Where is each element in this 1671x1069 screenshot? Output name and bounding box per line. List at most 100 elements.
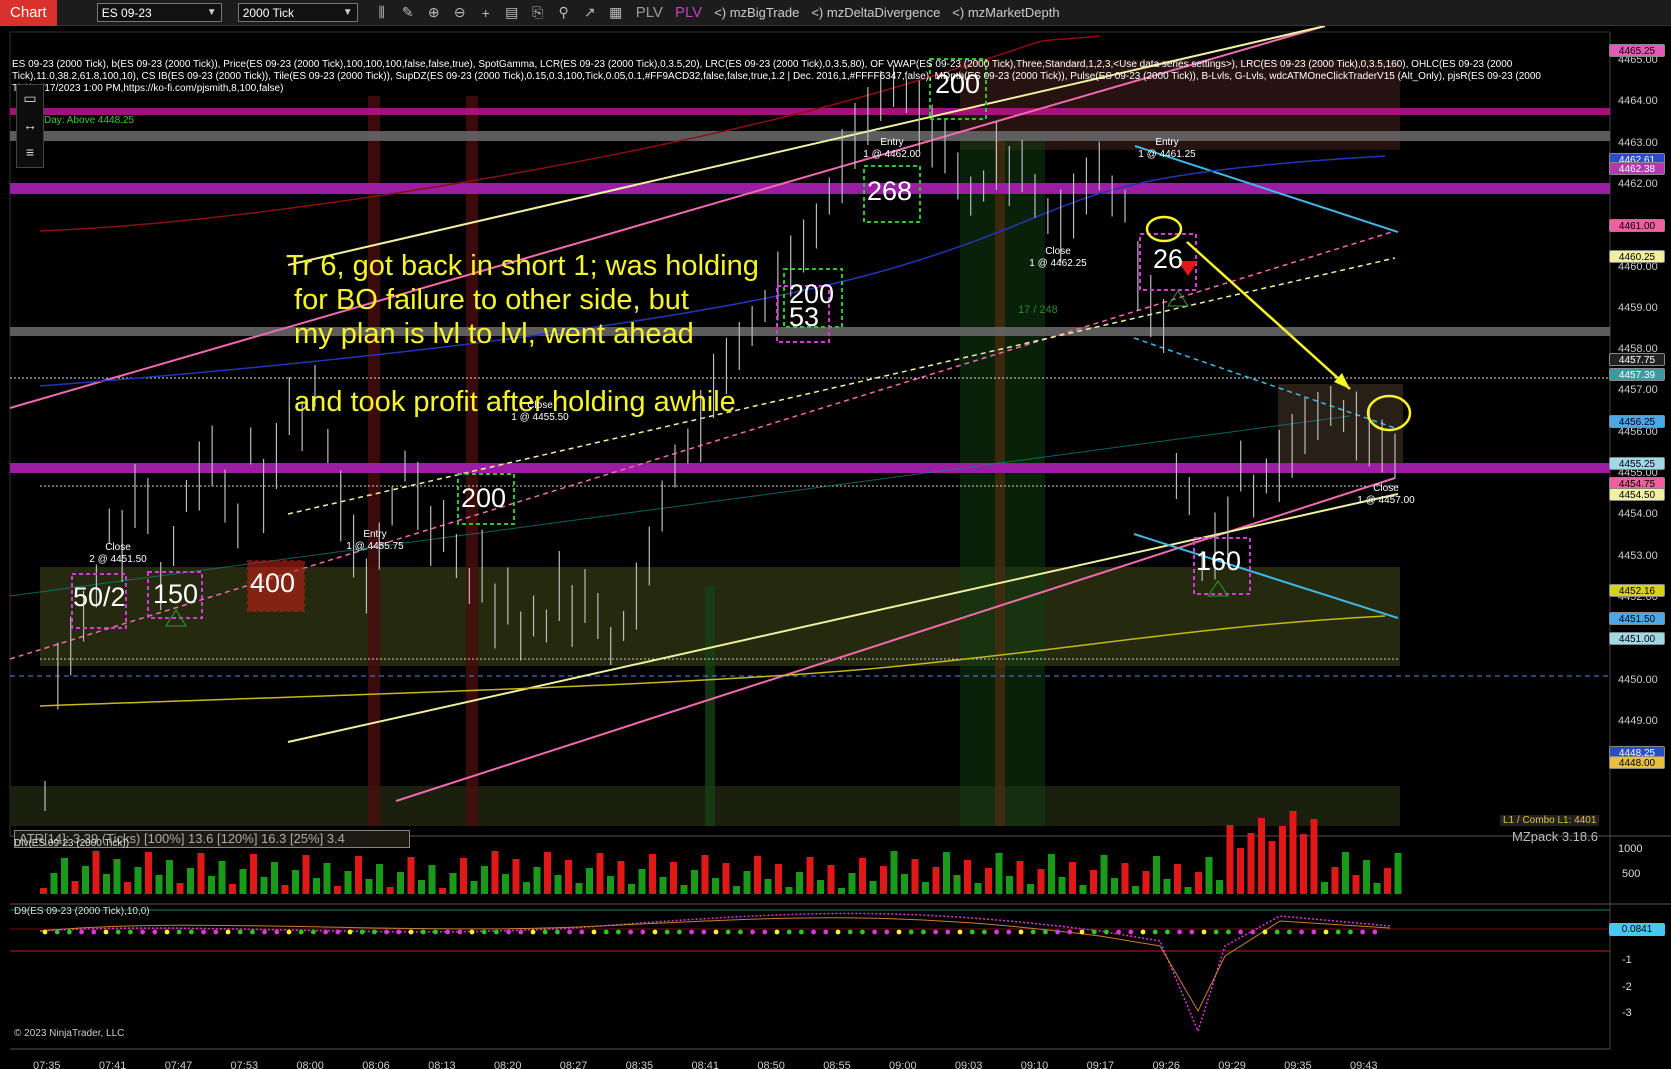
strategies-icon[interactable]: ⚲ xyxy=(556,4,572,21)
d9-dot xyxy=(506,929,511,935)
div-bar xyxy=(134,867,142,894)
div-bar xyxy=(1310,819,1318,894)
div-bar xyxy=(1268,841,1276,894)
d9-dot xyxy=(176,929,182,935)
div-bar xyxy=(313,878,320,894)
price-axis-tick: 4454.00 xyxy=(1618,508,1658,521)
div-bar xyxy=(208,876,215,894)
div-bar xyxy=(911,859,919,894)
div-bar xyxy=(302,855,310,894)
div-bar xyxy=(995,853,1003,894)
div-bar xyxy=(533,867,541,894)
d9-dot xyxy=(774,929,780,935)
d9-dot xyxy=(67,929,72,935)
div-bar xyxy=(1027,884,1034,894)
d9-dot xyxy=(79,929,84,935)
zoom-in-icon[interactable]: ⊕ xyxy=(426,4,442,21)
d9-dot xyxy=(762,929,768,935)
d9-dot xyxy=(237,929,243,935)
d9-dot xyxy=(1372,929,1378,935)
zoom-out-icon[interactable]: ⊖ xyxy=(452,4,468,21)
scale-icon[interactable]: ▭ xyxy=(17,85,43,112)
div-bar xyxy=(470,881,478,894)
time-axis-tick: 08:55 xyxy=(823,1060,851,1069)
indicator-legend: ES 09-23 (2000 Tick), b(ES 09-23 (2000 T… xyxy=(12,59,1541,94)
div-bar xyxy=(1090,870,1097,894)
mzpack-version: MZpack 3.18.6 xyxy=(1512,829,1598,844)
div-bar xyxy=(92,851,100,894)
div-bar xyxy=(659,877,667,894)
plv-button[interactable]: PLV xyxy=(636,4,663,21)
div-bar xyxy=(260,877,268,894)
div-bar xyxy=(1153,856,1160,894)
trade-detail: 1 @ 4457.00 xyxy=(1357,495,1415,506)
div-bar xyxy=(1247,833,1255,894)
d9-axis-tick: -2 xyxy=(1622,981,1632,993)
indicators-icon[interactable]: ↗ xyxy=(582,4,598,21)
d9-dot xyxy=(823,929,829,935)
div-bar xyxy=(1132,886,1139,894)
price-level-box: 4451.50 xyxy=(1609,611,1665,625)
d9-dot xyxy=(1323,929,1329,935)
trade-label: Entry 1 @ 4461.25 xyxy=(1127,137,1207,161)
div-bar xyxy=(722,863,730,894)
d9-dot xyxy=(530,929,536,935)
chart-area[interactable]: ES 09-23 (2000 Tick), b(ES 09-23 (2000 T… xyxy=(0,26,1671,1069)
chart-tab-label[interactable]: Chart xyxy=(0,0,57,26)
d9-dot xyxy=(640,929,646,935)
div-bar xyxy=(1373,883,1381,894)
trade-title: Close xyxy=(105,542,131,553)
copyright: © 2023 NinjaTrader, LLC xyxy=(14,1028,125,1039)
div-bar xyxy=(397,872,404,894)
properties-icon[interactable]: ▤ xyxy=(504,4,520,21)
instrument-selector[interactable]: ES 09-23 ▼ xyxy=(96,3,222,22)
chevron-down-icon: ▼ xyxy=(342,7,353,18)
big-trade-value: 400 xyxy=(250,568,296,598)
mzdeltadivergence-button[interactable]: <) mzDeltaDivergence xyxy=(811,5,940,20)
d9-panel-title: D9(ES 09-23 (2000 Tick),10,0) xyxy=(14,906,150,917)
div-bar xyxy=(61,858,68,894)
div-bar xyxy=(1205,857,1213,894)
big-trade-value: 53 xyxy=(789,302,820,332)
d9-dot xyxy=(872,929,877,935)
data-box-icon[interactable]: ▦ xyxy=(608,4,624,21)
templates-icon[interactable]: ⎘ xyxy=(530,4,546,21)
interval-selector[interactable]: 2000 Tick ▼ xyxy=(237,3,358,22)
d9-dot xyxy=(1091,929,1097,935)
div-bar xyxy=(1006,876,1013,894)
d9-dot xyxy=(225,929,231,935)
time-axis-tick: 08:50 xyxy=(757,1060,785,1069)
price-axis-tick: 4464.00 xyxy=(1618,95,1658,108)
d9-dot xyxy=(628,929,633,935)
d9-dot xyxy=(567,929,572,935)
d9-dot xyxy=(1250,929,1256,935)
resize-horizontal-icon[interactable]: ↔ xyxy=(17,112,43,139)
mzbigtrade-button[interactable]: <) mzBigTrade xyxy=(714,5,799,20)
big-trade-value: 200 xyxy=(461,483,507,513)
div-bar xyxy=(596,853,604,894)
time-axis-tick: 09:35 xyxy=(1284,1060,1312,1069)
menu-icon[interactable]: ≡ xyxy=(17,139,43,166)
demand-zone xyxy=(40,567,1400,666)
div-bar xyxy=(1100,855,1108,894)
bar-type-icon[interactable]: ⫼ xyxy=(374,4,390,21)
trade-title: Entry xyxy=(363,529,387,540)
big-trade-value: 268 xyxy=(867,176,913,206)
div-bar xyxy=(953,875,961,894)
plv-button-active[interactable]: PLV xyxy=(675,4,702,21)
div-bar xyxy=(880,866,887,894)
draw-pencil-icon[interactable]: ✎ xyxy=(400,4,416,21)
d9-dot xyxy=(921,929,926,935)
panel-tool-stack: ▭ ↔ ≡ xyxy=(16,84,44,168)
d9-dot xyxy=(103,929,109,935)
chart-canvas xyxy=(9,26,1671,1050)
crosshair-icon[interactable]: + xyxy=(478,5,494,21)
mzmarketdepth-button[interactable]: <) mzMarketDepth xyxy=(952,5,1059,20)
d9-dot xyxy=(908,929,914,935)
div-bar xyxy=(1300,834,1307,894)
trade-title: Close xyxy=(1045,246,1071,257)
d9-dot xyxy=(481,929,487,935)
div-bar xyxy=(586,868,593,894)
time-axis-tick: 07:35 xyxy=(33,1060,61,1069)
trade-label: Close 1 @ 4462.25 xyxy=(1018,246,1098,270)
